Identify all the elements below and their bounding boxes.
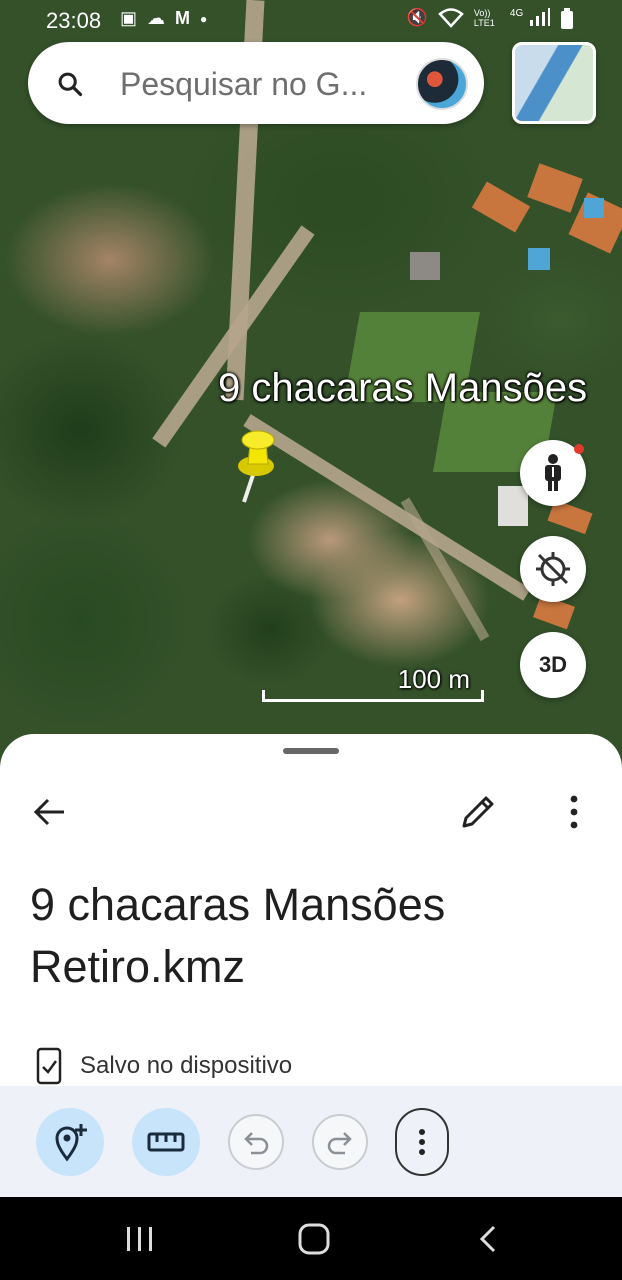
more-vert-icon[interactable]: [554, 790, 594, 834]
measure-button[interactable]: [132, 1108, 200, 1176]
location-off-icon: [536, 552, 570, 586]
mute-icon: 🔇: [406, 8, 428, 27]
undo-button[interactable]: [228, 1114, 284, 1170]
search-icon[interactable]: [56, 70, 84, 98]
avatar[interactable]: [416, 58, 468, 110]
search-input[interactable]: Pesquisar no G...: [120, 66, 420, 103]
saved-status: Salvo no dispositivo: [36, 1046, 292, 1086]
saved-label: Salvo no dispositivo: [80, 1052, 293, 1079]
my-location-button[interactable]: [520, 536, 586, 602]
map-building: [410, 252, 440, 280]
image-icon: ▣: [120, 8, 138, 28]
more-options-button[interactable]: [395, 1108, 449, 1176]
redo-button[interactable]: [312, 1114, 368, 1170]
system-icons: 🔇 Vo)) LTE1 4G: [407, 8, 574, 35]
drag-handle[interactable]: [283, 748, 339, 754]
wifi-icon: [438, 8, 464, 35]
search-bar[interactable]: Pesquisar no G...: [28, 42, 484, 124]
map-building: [471, 181, 531, 233]
notification-dot: [574, 444, 584, 454]
undo-icon: [244, 1132, 269, 1155]
cloud-icon: ☁: [147, 8, 166, 28]
redo-icon: [327, 1132, 352, 1155]
ruler-icon: [147, 1132, 185, 1152]
system-navigation-bar: [0, 1197, 622, 1280]
volte-icon: Vo)) LTE1: [473, 8, 495, 28]
map-building: [498, 486, 528, 526]
gmail-icon: M: [175, 8, 191, 28]
recents-icon[interactable]: [124, 1221, 156, 1257]
status-bar: 23:08 ▣ ☁ M ● 🔇 Vo)) LTE1 4G: [0, 0, 622, 44]
device-check-icon: [36, 1047, 62, 1085]
signal-icon: 4G: [510, 8, 550, 35]
edit-pencil-icon[interactable]: [456, 790, 500, 834]
scale-bar: 100 m: [262, 664, 484, 706]
back-arrow-icon[interactable]: [28, 790, 72, 834]
back-icon[interactable]: [476, 1221, 500, 1257]
map-pool: [584, 198, 604, 218]
pushpin-icon[interactable]: [228, 428, 288, 508]
battery-icon: [560, 8, 574, 35]
map-pool: [528, 248, 550, 270]
3d-toggle-button[interactable]: 3D: [520, 632, 586, 698]
dot-icon: ●: [200, 12, 208, 26]
status-time: 23:08: [46, 8, 102, 33]
add-placemark-button[interactable]: [36, 1108, 104, 1176]
network-type-label: 4G: [509, 8, 524, 19]
scale-line: [262, 690, 484, 702]
map-layers-button[interactable]: [512, 42, 596, 124]
placemark-label[interactable]: 9 chacaras Mansões: [218, 366, 587, 411]
home-icon[interactable]: [296, 1221, 332, 1257]
more-vert-icon: [419, 1129, 425, 1155]
notification-icons: ▣ ☁ M ●: [120, 8, 207, 29]
map-building: [527, 163, 583, 213]
project-title: 9 chacaras Mansões Retiro.kmz: [30, 879, 446, 992]
pegman-icon: [545, 454, 561, 491]
edit-toolbar: [0, 1086, 622, 1197]
add-placemark-icon: [55, 1124, 87, 1162]
